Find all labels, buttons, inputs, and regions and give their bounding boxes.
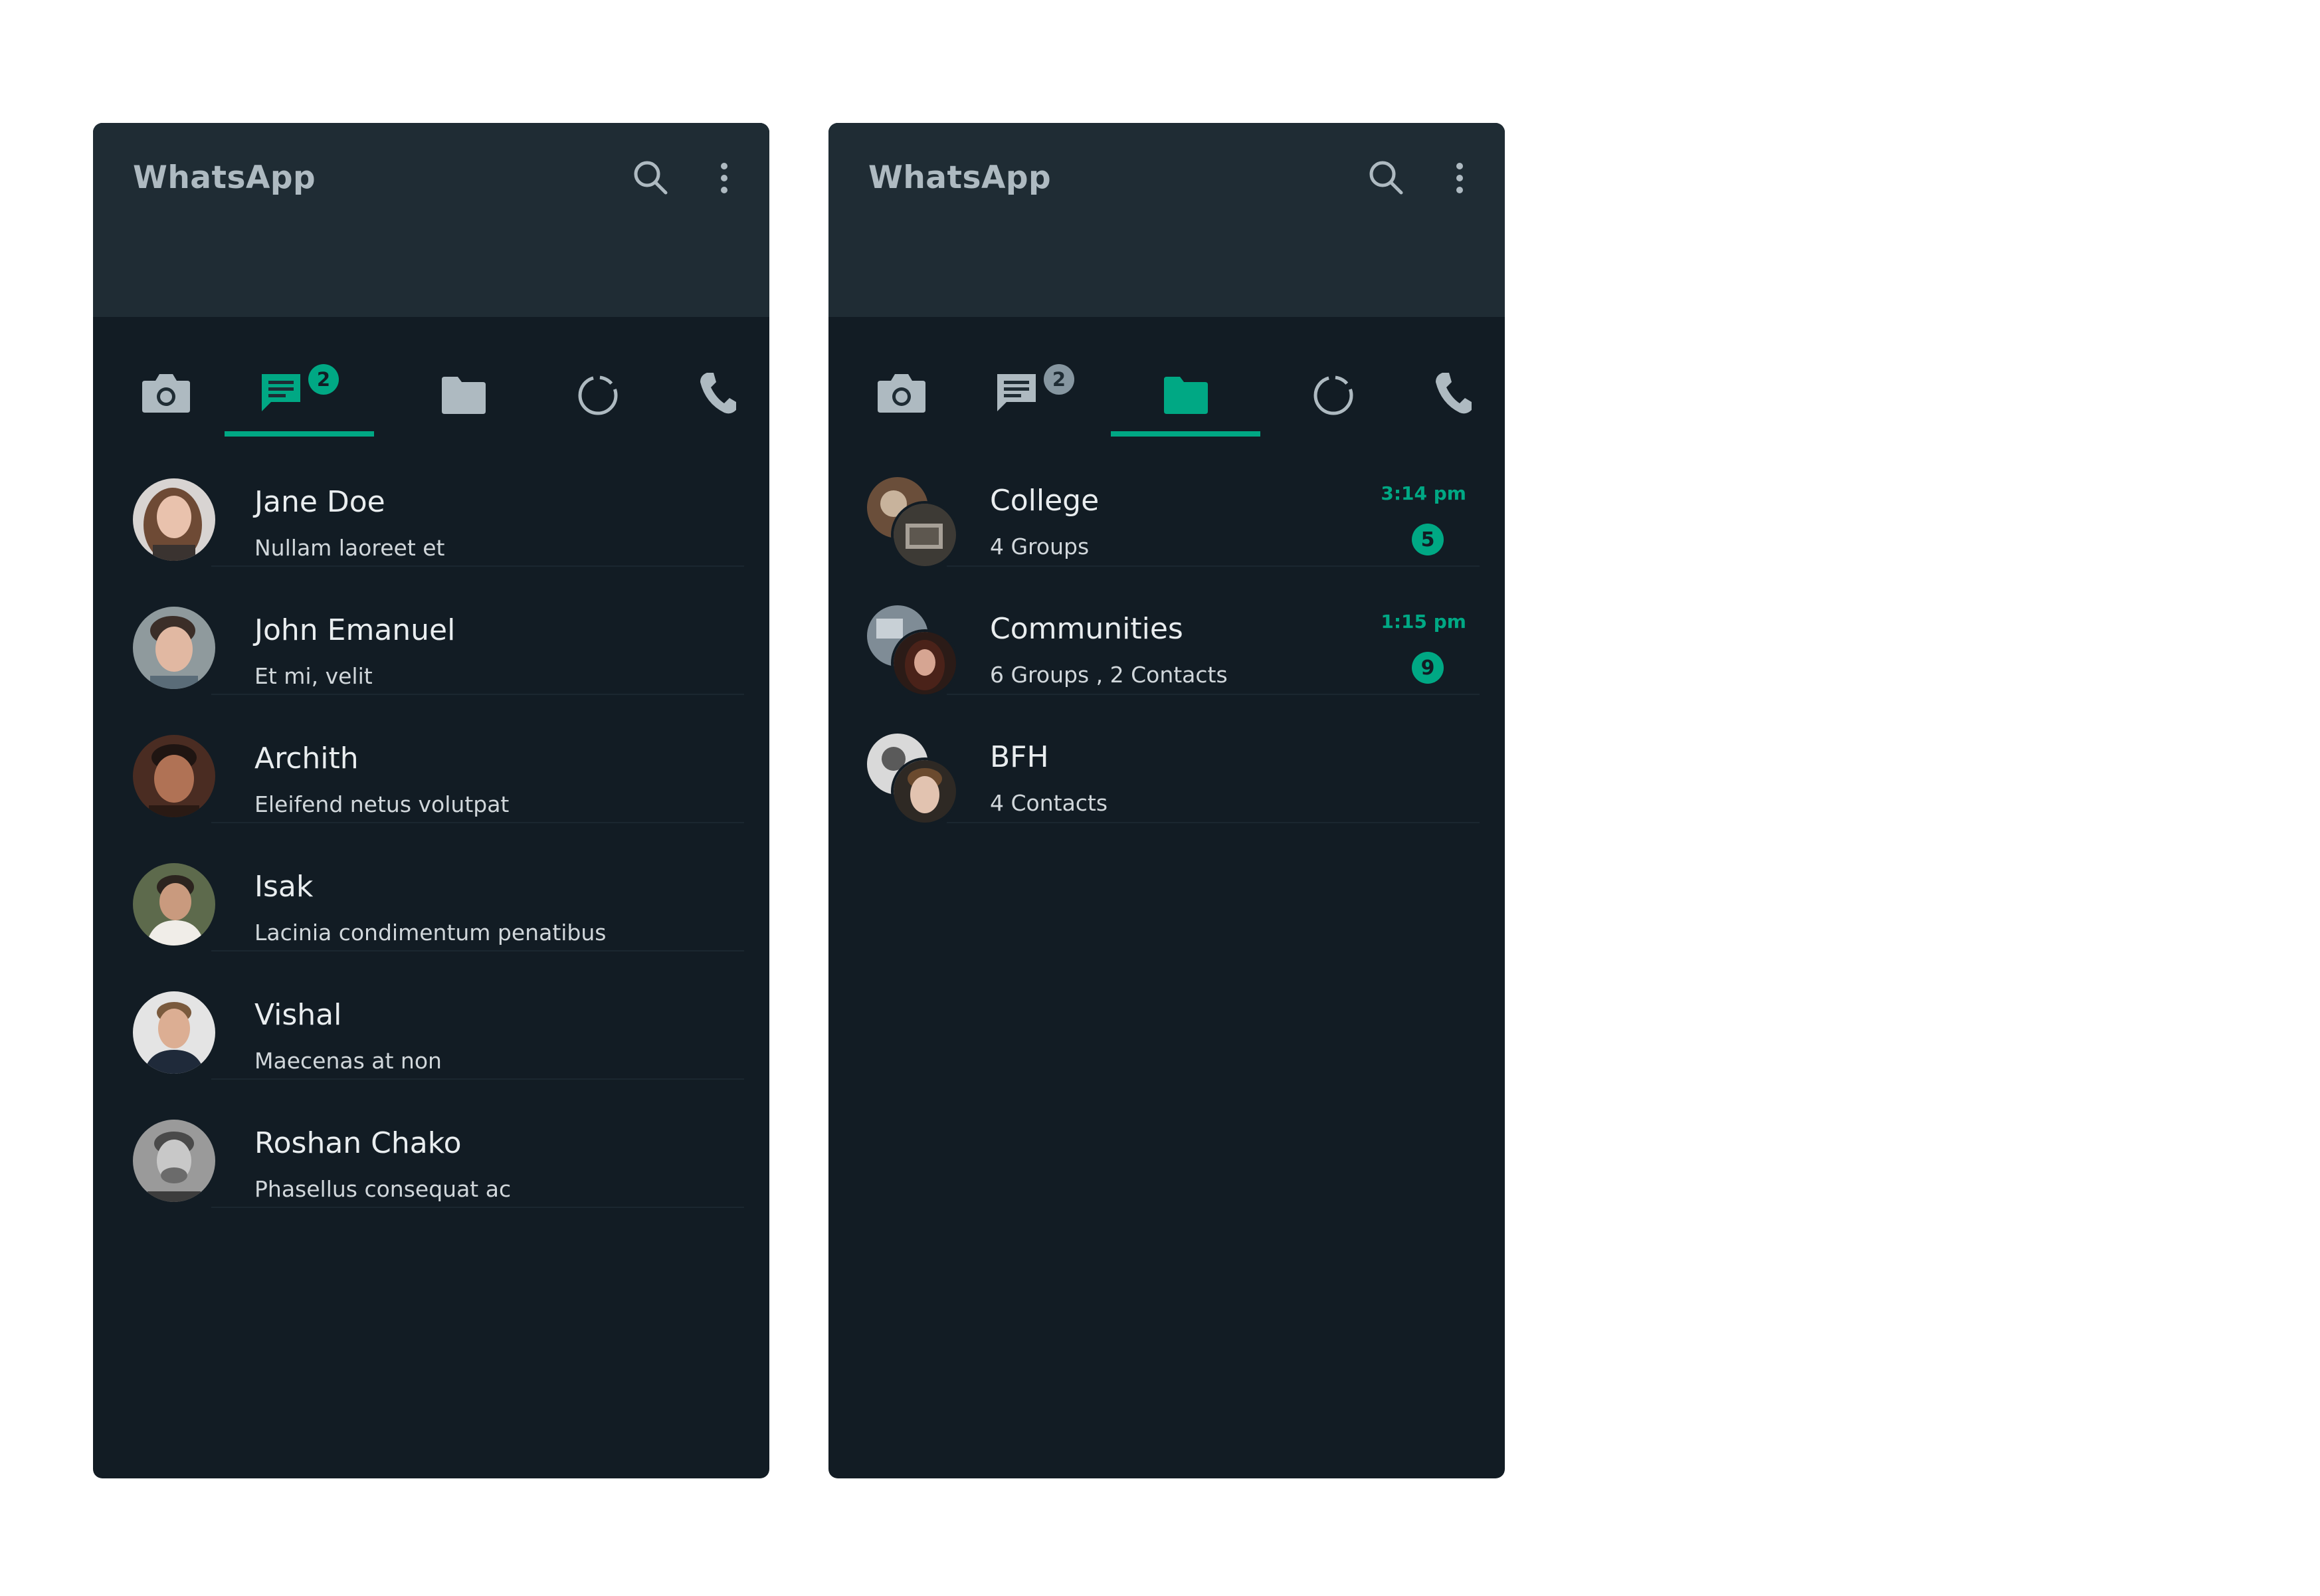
contact-photo xyxy=(133,1120,215,1202)
tab-calls[interactable] xyxy=(1413,349,1493,439)
contact-photo xyxy=(133,991,215,1074)
group-avatar-stack xyxy=(867,605,959,697)
unread-count-badge: 9 xyxy=(1412,652,1444,684)
contact-photo xyxy=(133,478,215,561)
tab-bar: 2 xyxy=(93,349,769,439)
app-header: WhatsApp xyxy=(828,123,1505,317)
avatar xyxy=(133,1120,215,1202)
community-row[interactable]: Communities 6 Groups , 2 Contacts 1:15 p… xyxy=(828,567,1505,697)
contact-name: Vishal xyxy=(254,998,342,1032)
avatar xyxy=(133,991,215,1074)
community-summary: 6 Groups , 2 Contacts xyxy=(990,662,1228,688)
avatar xyxy=(891,757,959,825)
communities-folder-icon xyxy=(1164,377,1208,414)
search-icon xyxy=(1369,161,1403,195)
last-activity-time: 3:14 pm xyxy=(1381,482,1466,504)
communities-folder-icon xyxy=(442,377,486,414)
divider xyxy=(211,1207,744,1208)
chat-icon xyxy=(262,374,300,411)
last-message: Phasellus consequat ac xyxy=(254,1176,512,1202)
tab-status[interactable] xyxy=(545,349,651,439)
contact-photo xyxy=(133,735,215,817)
group-photo xyxy=(894,760,956,823)
active-tab-indicator xyxy=(1111,431,1260,437)
chat-row[interactable]: Isak Lacinia condimentum penatibus xyxy=(93,823,769,951)
chat-icon xyxy=(997,374,1036,411)
tab-chats[interactable]: 2 xyxy=(225,349,374,439)
last-message: Nullam laoreet et xyxy=(254,535,445,561)
contact-name: John Emanuel xyxy=(254,613,456,647)
contact-name: Isak xyxy=(254,870,314,904)
unread-count-badge: 5 xyxy=(1412,524,1444,555)
group-avatar-stack xyxy=(867,477,959,569)
chat-row[interactable]: Roshan Chako Phasellus consequat ac xyxy=(93,1080,769,1208)
camera-icon xyxy=(142,374,190,413)
community-name: BFH xyxy=(990,740,1049,774)
tab-camera[interactable] xyxy=(855,349,955,439)
tab-status[interactable] xyxy=(1280,349,1387,439)
group-avatar-stack xyxy=(867,734,959,825)
group-photo xyxy=(894,504,956,566)
active-tab-indicator xyxy=(225,431,374,437)
camera-icon xyxy=(878,374,925,413)
chat-row[interactable]: Archith Eleifend netus volutpat xyxy=(93,695,769,823)
group-photo xyxy=(894,632,956,694)
avatar xyxy=(133,735,215,817)
more-options-button[interactable] xyxy=(1436,155,1483,201)
more-options-button[interactable] xyxy=(701,155,747,201)
contact-photo xyxy=(133,863,215,946)
app-title: WhatsApp xyxy=(133,159,316,196)
search-button[interactable] xyxy=(1363,155,1410,201)
last-message: Et mi, velit xyxy=(254,663,373,689)
tab-camera[interactable] xyxy=(120,349,219,439)
app-title: WhatsApp xyxy=(868,159,1052,196)
search-icon xyxy=(634,161,668,195)
avatar xyxy=(133,863,215,946)
phone-icon xyxy=(1436,373,1472,414)
chat-row[interactable]: Vishal Maecenas at non xyxy=(93,951,769,1080)
tab-calls[interactable] xyxy=(678,349,757,439)
community-row[interactable]: BFH 4 Contacts xyxy=(828,695,1505,825)
chats-screen: WhatsApp 2 Jane Doe Nullam laoreet et Jo… xyxy=(93,123,769,1478)
tab-chats[interactable]: 2 xyxy=(960,349,1110,439)
avatar xyxy=(891,629,959,697)
status-icon xyxy=(578,375,618,415)
search-button[interactable] xyxy=(628,155,674,201)
kebab-menu-icon xyxy=(1456,163,1463,193)
chat-unread-badge: 2 xyxy=(308,364,339,395)
avatar xyxy=(133,607,215,689)
community-name: Communities xyxy=(990,612,1183,646)
last-message: Maecenas at non xyxy=(254,1048,442,1074)
status-icon xyxy=(1313,375,1353,415)
chat-list: Jane Doe Nullam laoreet et John Emanuel … xyxy=(93,439,769,1208)
contact-name: Jane Doe xyxy=(254,485,385,519)
last-message: Eleifend netus volutpat xyxy=(254,791,510,817)
chat-unread-badge: 2 xyxy=(1044,364,1074,395)
community-summary: 4 Contacts xyxy=(990,790,1108,816)
tab-communities[interactable] xyxy=(1111,349,1260,439)
avatar xyxy=(891,501,959,569)
community-row[interactable]: College 4 Groups 3:14 pm 5 xyxy=(828,439,1505,569)
community-summary: 4 Groups xyxy=(990,534,1090,559)
contact-name: Archith xyxy=(254,742,359,775)
last-activity-time: 1:15 pm xyxy=(1381,611,1466,633)
last-message: Lacinia condimentum penatibus xyxy=(254,920,607,946)
divider xyxy=(947,822,1480,823)
communities-screen: WhatsApp 2 College 4 Groups 3:14 pm 5 Co… xyxy=(828,123,1505,1478)
community-list: College 4 Groups 3:14 pm 5 Communities 6… xyxy=(828,439,1505,825)
app-header: WhatsApp xyxy=(93,123,769,317)
phone-icon xyxy=(700,373,736,414)
contact-photo xyxy=(133,607,215,689)
tab-bar: 2 xyxy=(828,349,1505,439)
kebab-menu-icon xyxy=(721,163,727,193)
chat-row[interactable]: Jane Doe Nullam laoreet et xyxy=(93,439,769,567)
chat-row[interactable]: John Emanuel Et mi, velit xyxy=(93,567,769,695)
community-name: College xyxy=(990,484,1100,518)
avatar xyxy=(133,478,215,561)
tab-communities[interactable] xyxy=(412,349,518,439)
contact-name: Roshan Chako xyxy=(254,1126,462,1160)
